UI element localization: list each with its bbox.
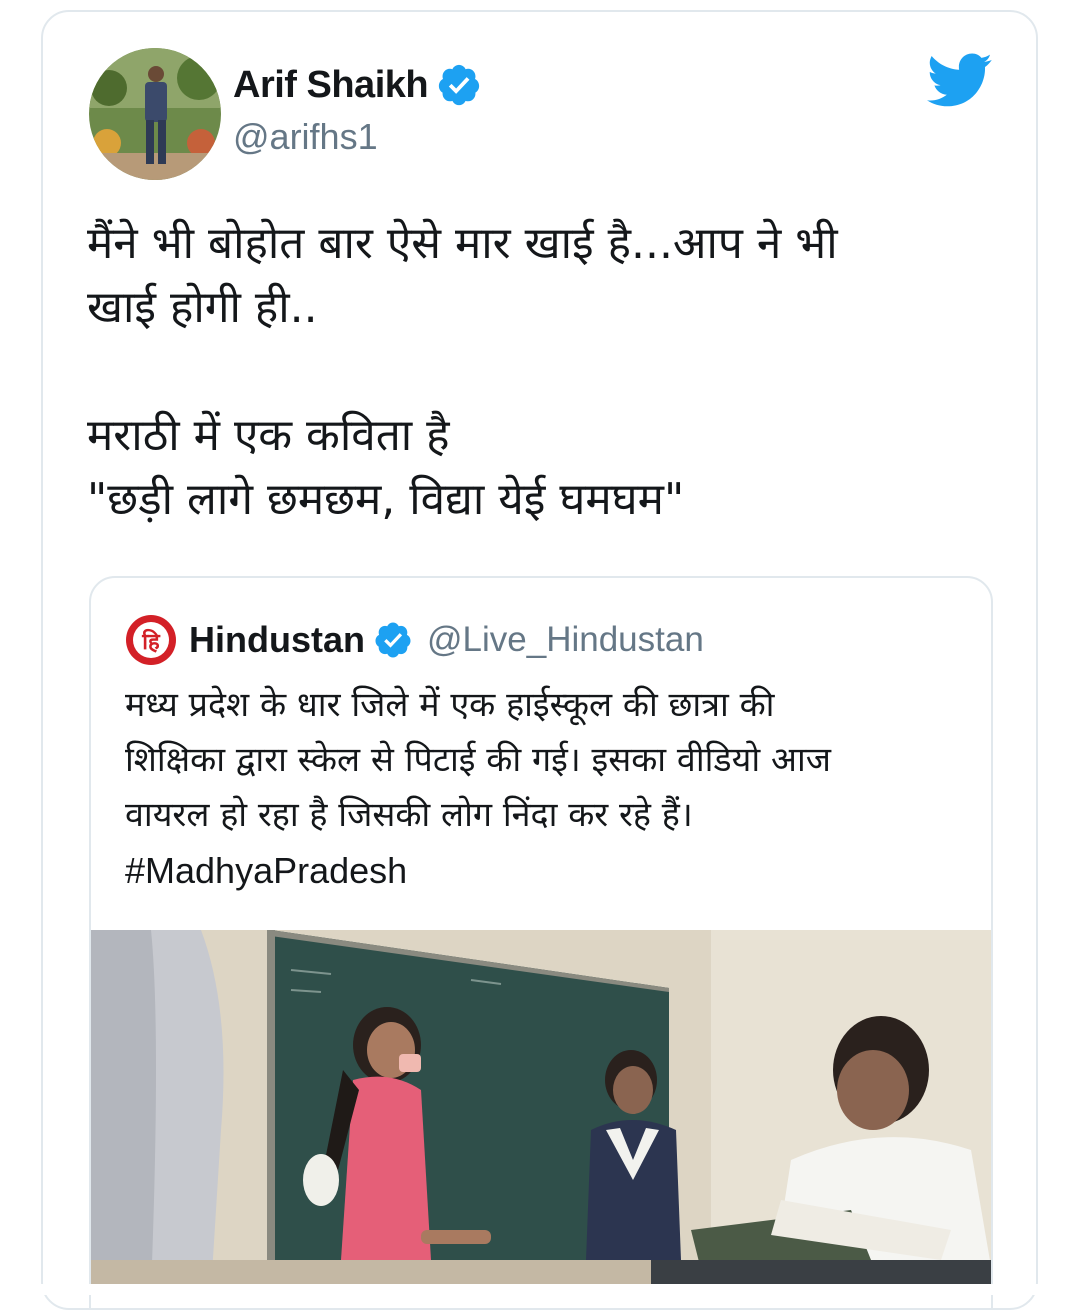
verified-badge-icon <box>438 64 480 106</box>
tweet-card[interactable]: Arif Shaikh @arifhs1 मैंने भी बोहोत बार … <box>41 10 1038 1310</box>
quoted-tweet-body: मध्य प्रदेश के धार जिले में एक हाईस्कूल … <box>125 678 975 898</box>
avatar-photo <box>89 48 221 180</box>
quoted-tweet-header: हि Hindustan @Live_Hindustan <box>125 614 704 666</box>
tweet-text-line: "छड़ी लागे छमछम, विद्या येई घमघम" <box>87 474 685 525</box>
tweet-text-gap <box>87 340 1017 404</box>
bottom-edge <box>0 1284 1080 1295</box>
author-handle[interactable]: @arifhs1 <box>233 116 378 158</box>
tweet-body: मैंने भी बोहोत बार ऐसे मार खाई है...आप न… <box>87 212 1017 532</box>
quoted-tweet-media[interactable] <box>91 930 991 1290</box>
quoted-text-line: मध्य प्रदेश के धार जिले में एक हाईस्कूल … <box>125 685 775 725</box>
svg-text:हि: हि <box>141 628 161 655</box>
tweet-text-line: खाई होगी ही.. <box>87 282 318 333</box>
quoted-text-line: वायरल हो रहा है जिसकी लोग निंदा कर रहे ह… <box>125 795 693 835</box>
twitter-bird-icon[interactable] <box>927 52 993 110</box>
verified-badge-icon <box>375 622 411 658</box>
hindustan-logo-icon[interactable]: हि <box>125 614 177 666</box>
quoted-text-line: शिक्षिका द्वारा स्केल से पिटाई की गई। इस… <box>125 740 831 780</box>
quoted-tweet[interactable]: हि Hindustan @Live_Hindustan मध्य प्रदेश… <box>89 576 993 1308</box>
quoted-author-handle[interactable]: @Live_Hindustan <box>427 620 704 660</box>
quoted-author-name[interactable]: Hindustan <box>189 619 365 661</box>
tweet-text-line: मैंने भी बोहोत बार ऐसे मार खाई है...आप न… <box>87 218 838 269</box>
author-avatar[interactable] <box>89 48 221 180</box>
author-display-name[interactable]: Arif Shaikh <box>233 64 429 107</box>
classroom-photo <box>91 930 991 1290</box>
author-name-row[interactable]: Arif Shaikh <box>233 60 482 110</box>
tweet-text-line: मराठी में एक कविता है <box>87 410 450 461</box>
hashtag-link[interactable]: #MadhyaPradesh <box>125 843 975 898</box>
